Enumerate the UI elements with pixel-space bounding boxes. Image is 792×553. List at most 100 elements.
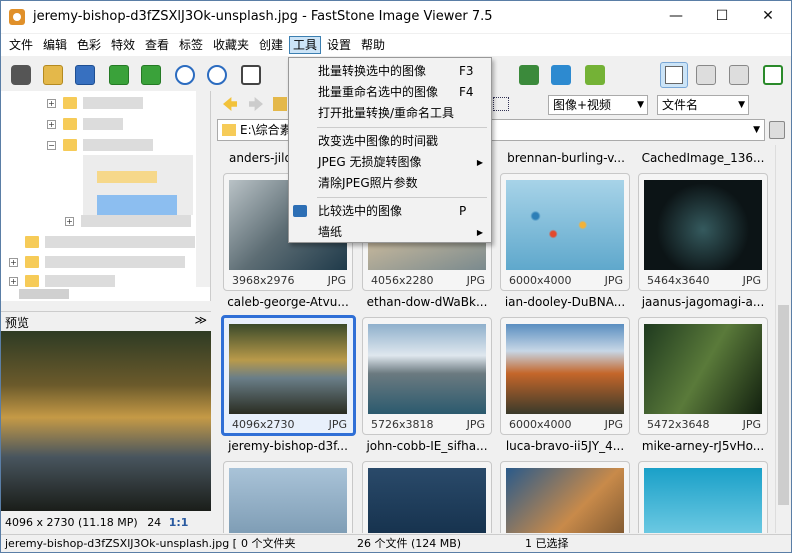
thumbnail-filename[interactable]: ethan-dow-dWaBk... [362, 295, 492, 309]
menu-compare-images[interactable]: 比较选中的图像 P [289, 201, 491, 222]
menu-jpeg-lossless-rotate[interactable]: JPEG 无损旋转图像 ▶ [289, 152, 491, 173]
menu-open-batch-tool[interactable]: 打开批量转换/重命名工具 [289, 103, 491, 124]
thumbnail-filename[interactable]: jaanus-jagomagi-a... [638, 295, 768, 309]
chevron-down-icon[interactable]: ▼ [753, 120, 760, 140]
thumbnail-dimensions: 5464x3640 [647, 274, 710, 287]
menu-clear-jpeg-params[interactable]: 清除JPEG照片参数 [289, 173, 491, 194]
thumbnail-item[interactable] [500, 461, 630, 533]
thumbnail-item[interactable]: 6000x4000 JPG [500, 173, 630, 291]
tree-expander[interactable]: + [47, 120, 56, 129]
menu-create[interactable]: 创建 [256, 37, 286, 55]
scrollbar-thumb[interactable] [778, 305, 789, 505]
thumbnail-filename[interactable]: luca-bravo-ii5JY_4... [500, 439, 630, 453]
menu-batch-convert[interactable]: 批量转换选中的图像 F3 [289, 61, 491, 82]
tree-horizontal-scrollbar[interactable] [19, 289, 69, 299]
tree-item-blurred[interactable] [81, 215, 191, 227]
app-icon [9, 9, 25, 25]
thumbnail-filename[interactable]: jeremy-bishop-d3f... [223, 439, 353, 453]
folder-tree[interactable]: + + − + + + [1, 91, 211, 301]
menu-settings[interactable]: 设置 [324, 37, 354, 55]
maximize-button[interactable]: ☐ [699, 1, 745, 33]
thumbnail-item[interactable]: 5726x3818 JPG [362, 317, 492, 435]
thumbnail-filename[interactable]: caleb-george-Atvu... [223, 295, 353, 309]
zoom-ratio[interactable]: 1:1 [169, 516, 189, 529]
tree-item-blurred[interactable] [83, 139, 153, 151]
thumbnail-filename[interactable]: CachedImage_136... [638, 151, 768, 165]
thumbnail-filename[interactable]: brennan-burling-v... [501, 151, 631, 165]
tree-item-selected[interactable] [97, 195, 177, 215]
close-button[interactable]: ✕ [745, 1, 791, 33]
menu-tags[interactable]: 标签 [176, 37, 206, 55]
window-title: jeremy-bishop-d3fZSXlJ3Ok-unsplash.jpg -… [33, 9, 493, 24]
preview-collapse-button[interactable]: ≫ [194, 313, 207, 327]
thumbnail-item-selected[interactable]: 4096x2730 JPG [221, 315, 356, 436]
minimize-button[interactable]: — [653, 1, 699, 33]
zoom-out-icon[interactable] [207, 65, 227, 85]
menu-help[interactable]: 帮助 [358, 37, 388, 55]
tree-expander[interactable]: + [65, 217, 74, 226]
menu-effects[interactable]: 特效 [108, 37, 138, 55]
thumbnail-item[interactable] [638, 461, 768, 533]
tree-vertical-scrollbar[interactable] [196, 91, 210, 287]
open-folder-icon[interactable] [43, 65, 63, 85]
grid-view-icon [665, 66, 683, 84]
menu-batch-rename[interactable]: 批量重命名选中的图像 F4 [289, 82, 491, 103]
list-view-icon[interactable] [493, 97, 509, 111]
menu-tools[interactable]: 工具 [289, 36, 322, 54]
menu-favorites[interactable]: 收藏夹 [210, 37, 252, 55]
up-folder-icon[interactable] [273, 97, 287, 111]
menu-file[interactable]: 文件 [6, 37, 36, 55]
thumbnail-item[interactable] [362, 461, 492, 533]
prev-arrow-icon[interactable] [109, 65, 129, 85]
details-view-icon[interactable] [729, 65, 749, 85]
forward-icon[interactable] [249, 97, 263, 111]
menu-wallpaper[interactable]: 墙纸 ▶ [289, 222, 491, 243]
menu-item-shortcut: P [459, 204, 467, 218]
preview-image[interactable] [1, 331, 211, 511]
thumbnail-item[interactable]: 5464x3640 JPG [638, 173, 768, 291]
menu-item-label: 墙纸 [318, 225, 343, 239]
actual-size-icon[interactable] [241, 65, 261, 85]
menu-edit[interactable]: 编辑 [40, 37, 70, 55]
tree-expander[interactable]: − [47, 141, 56, 150]
thumbnail-image [644, 180, 762, 270]
folder-icon [63, 118, 77, 130]
camera-icon[interactable] [11, 65, 31, 85]
thumbnail-image [506, 468, 624, 533]
contact-sheet-icon[interactable] [551, 65, 571, 85]
folder-icon [25, 256, 39, 268]
tree-item-blurred[interactable] [45, 256, 185, 268]
tree-item-blurred[interactable] [83, 97, 143, 109]
trash-icon[interactable] [769, 121, 785, 139]
thumbnail-view-button[interactable] [660, 62, 688, 88]
thumbnail-item[interactable]: 5472x3648 JPG [638, 317, 768, 435]
next-arrow-icon[interactable] [141, 65, 161, 85]
tree-expander[interactable]: + [9, 277, 18, 286]
thumbnail-vertical-scrollbar[interactable] [775, 145, 791, 533]
tree-expander[interactable]: + [9, 258, 18, 267]
thumbnail-filename[interactable]: john-cobb-IE_sifha... [362, 439, 492, 453]
thumbnail-item[interactable] [223, 461, 353, 533]
thumbnail-filename[interactable]: mike-arney-rJ5vHo... [638, 439, 768, 453]
menu-change-timestamp[interactable]: 改变选中图像的时间戳 [289, 131, 491, 152]
filter-select[interactable]: 图像+视频 ▼ [548, 95, 648, 115]
thumbnail-dimensions: 3968x2976 [232, 274, 295, 287]
zoom-in-icon[interactable] [175, 65, 195, 85]
preview-view-icon[interactable] [696, 65, 716, 85]
save-icon[interactable] [75, 65, 95, 85]
fullscreen-icon[interactable] [763, 65, 783, 85]
tree-item-blurred[interactable] [45, 236, 195, 248]
sort-select[interactable]: 文件名 ▼ [657, 95, 749, 115]
back-icon[interactable] [223, 97, 237, 111]
tree-expander[interactable]: + [47, 99, 56, 108]
menu-item-label: 批量转换选中的图像 [318, 64, 427, 78]
tree-item-blurred[interactable] [45, 275, 115, 287]
tree-item-blurred[interactable] [83, 118, 123, 130]
thumbnail-item[interactable]: 6000x4000 JPG [500, 317, 630, 435]
thumbnail-filename[interactable]: ian-dooley-DuBNA... [500, 295, 630, 309]
menu-view[interactable]: 查看 [142, 37, 172, 55]
batch-icon[interactable] [585, 65, 605, 85]
folder-icon [63, 97, 77, 109]
slideshow-icon[interactable] [519, 65, 539, 85]
menu-color[interactable]: 色彩 [74, 37, 104, 55]
